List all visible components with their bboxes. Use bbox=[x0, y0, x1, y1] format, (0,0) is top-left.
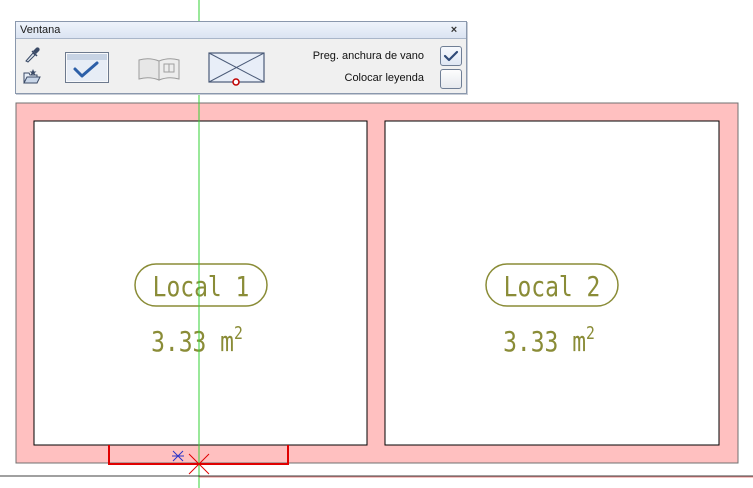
ask-opening-width-label: Preg. anchura de vano bbox=[312, 50, 424, 62]
window-preview-icon[interactable] bbox=[208, 52, 266, 86]
book-library-icon[interactable] bbox=[137, 56, 181, 82]
ask-opening-width-checkbox[interactable] bbox=[440, 46, 462, 66]
place-legend-label: Colocar leyenda bbox=[344, 72, 425, 84]
window-palette[interactable]: Ventana × Preg. anchura de vano Colocar … bbox=[15, 21, 467, 94]
checkmark-icon bbox=[443, 50, 459, 62]
room-1-name: Local 1 bbox=[153, 271, 250, 304]
room-2-name: Local 2 bbox=[504, 271, 601, 304]
palette-title: Ventana bbox=[20, 24, 61, 36]
eyedropper-icon[interactable] bbox=[24, 45, 40, 63]
room-1-area: 3.33 m2 bbox=[151, 323, 243, 359]
place-legend-checkbox[interactable] bbox=[440, 69, 462, 89]
confirm-check-icon[interactable] bbox=[65, 52, 109, 83]
palette-title-bar[interactable]: Ventana bbox=[16, 22, 466, 39]
palette-close-button[interactable]: × bbox=[448, 22, 460, 39]
room-2-area: 3.33 m2 bbox=[503, 323, 595, 359]
open-folder-icon[interactable] bbox=[23, 68, 41, 85]
